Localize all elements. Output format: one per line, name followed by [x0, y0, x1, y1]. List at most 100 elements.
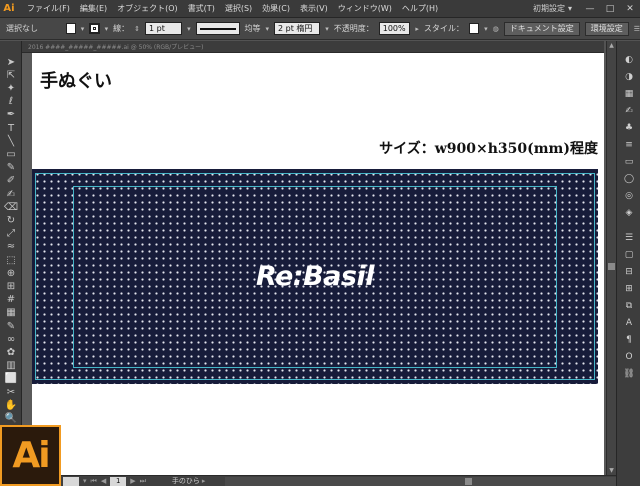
- perspective-grid-tool-icon[interactable]: ⊞: [3, 279, 19, 293]
- artboard[interactable]: 手ぬぐい サイズ：w900×h350(mm)程度 Re:Basil: [32, 53, 604, 475]
- horizontal-scrollbar[interactable]: [225, 476, 616, 486]
- horizontal-scroll-thumb[interactable]: [465, 477, 473, 485]
- gradient-icon[interactable]: ▭: [621, 155, 637, 169]
- stroke-weight-field[interactable]: 1 pt: [145, 22, 183, 35]
- brushes-icon[interactable]: ✍: [621, 104, 637, 118]
- appearance-icon[interactable]: ◎: [621, 189, 637, 203]
- chevron-down-icon[interactable]: ▾: [484, 25, 488, 33]
- menu-effect[interactable]: 効果(C): [257, 3, 295, 14]
- artboards-icon[interactable]: ▢: [621, 248, 637, 262]
- hand-tool-icon[interactable]: ✋: [3, 398, 19, 412]
- paintbrush-tool-icon[interactable]: ✎: [3, 161, 19, 175]
- type-tool-icon[interactable]: T: [3, 121, 19, 135]
- chevron-down-icon[interactable]: ▾: [105, 25, 109, 33]
- transparency-icon[interactable]: ◯: [621, 172, 637, 186]
- panel-menu-icon[interactable]: ☰: [634, 25, 640, 33]
- opacity-field[interactable]: 100%: [378, 22, 411, 35]
- chevron-down-icon[interactable]: ▾: [83, 477, 87, 485]
- free-transform-tool-icon[interactable]: ⬚: [3, 253, 19, 267]
- eraser-tool-icon[interactable]: ⌫: [3, 200, 19, 214]
- symbols-icon[interactable]: ♣: [621, 121, 637, 135]
- shape-builder-tool-icon[interactable]: ⊕: [3, 266, 19, 280]
- transform-icon[interactable]: ⊞: [621, 282, 637, 296]
- column-graph-tool-icon[interactable]: ▥: [3, 359, 19, 373]
- lasso-tool-icon[interactable]: ℓ: [3, 95, 19, 109]
- stroke-swatch[interactable]: [89, 23, 100, 34]
- gradient-tool-icon[interactable]: ▦: [3, 306, 19, 320]
- scroll-up-icon[interactable]: ▲: [607, 41, 616, 50]
- eyedropper-tool-icon[interactable]: ✎: [3, 319, 19, 333]
- brush-definition-field[interactable]: 2 pt 楕円: [274, 22, 321, 35]
- chevron-right-icon[interactable]: ▸: [415, 25, 419, 33]
- symbol-sprayer-tool-icon[interactable]: ✿: [3, 345, 19, 359]
- pen-tool-icon[interactable]: ✒: [3, 108, 19, 122]
- workspace-switcher[interactable]: 初期設定 ▾: [533, 3, 572, 14]
- first-artboard-icon[interactable]: ⏮: [91, 477, 97, 486]
- zoom-field[interactable]: [63, 476, 79, 486]
- scroll-down-icon[interactable]: ▼: [607, 466, 616, 475]
- previous-artboard-icon[interactable]: ◀: [101, 477, 106, 485]
- menu-edit[interactable]: 編集(E): [75, 3, 112, 14]
- chevron-down-icon[interactable]: ▾: [325, 25, 329, 33]
- chevron-down-icon[interactable]: ▾: [266, 25, 270, 33]
- swatches-icon[interactable]: ▦: [621, 87, 637, 101]
- blend-tool-icon[interactable]: ∞: [3, 332, 19, 346]
- stroke-icon[interactable]: ≡: [621, 138, 637, 152]
- scale-tool-icon[interactable]: ⤢: [3, 227, 19, 241]
- vertical-scrollbar[interactable]: ▲ ▼: [606, 41, 616, 475]
- document-tab[interactable]: 2016 ####_#####_#####.ai @ 50% (RGB/プレビュ…: [22, 41, 604, 53]
- selection-status: 選択なし: [6, 24, 38, 33]
- character-icon[interactable]: A: [621, 316, 637, 330]
- width-tool-icon[interactable]: ≈: [3, 240, 19, 254]
- graphic-style-swatch[interactable]: [468, 23, 480, 34]
- chevron-down-icon[interactable]: ▾: [81, 25, 85, 33]
- fill-swatch[interactable]: [65, 23, 76, 34]
- rotate-tool-icon[interactable]: ↻: [3, 213, 19, 227]
- menu-help[interactable]: ヘルプ(H): [397, 3, 443, 14]
- menu-file[interactable]: ファイル(F): [22, 3, 75, 14]
- pencil-tool-icon[interactable]: ✐: [3, 174, 19, 188]
- direct-selection-tool-icon[interactable]: ⇱: [3, 68, 19, 82]
- layers-icon[interactable]: ☰: [621, 231, 637, 245]
- links-icon[interactable]: ⛓: [621, 367, 637, 381]
- menu-view[interactable]: 表示(V): [295, 3, 333, 14]
- artboard-number-field[interactable]: 1: [110, 476, 127, 486]
- recolor-artwork-icon[interactable]: ◍: [493, 25, 499, 33]
- last-artboard-icon[interactable]: ⏭: [140, 477, 146, 486]
- color-icon[interactable]: ◐: [621, 53, 637, 67]
- chevron-down-icon[interactable]: ▾: [187, 25, 191, 33]
- maximize-button[interactable]: □: [600, 0, 620, 18]
- chevron-right-icon[interactable]: ▸: [202, 477, 206, 485]
- next-artboard-icon[interactable]: ▶: [130, 477, 135, 485]
- menu-window[interactable]: ウィンドウ(W): [333, 3, 397, 14]
- canvas[interactable]: 手ぬぐい サイズ：w900×h350(mm)程度 Re:Basil: [22, 53, 606, 475]
- magic-wand-tool-icon[interactable]: ✦: [3, 81, 19, 95]
- pathfinder-icon[interactable]: ⧉: [621, 299, 637, 313]
- zoom-tool-icon[interactable]: 🔍: [3, 411, 19, 425]
- vertical-scroll-thumb[interactable]: [608, 263, 615, 270]
- paragraph-icon[interactable]: ¶: [621, 333, 637, 347]
- document-setup-button[interactable]: ドキュメント設定: [503, 21, 580, 36]
- slice-tool-icon[interactable]: ✂: [3, 385, 19, 399]
- stroke-label[interactable]: 線：: [113, 23, 129, 34]
- menu-type[interactable]: 書式(T): [183, 3, 220, 14]
- mesh-tool-icon[interactable]: #: [3, 293, 19, 307]
- minimize-button[interactable]: —: [580, 0, 600, 18]
- close-button[interactable]: ✕: [620, 0, 640, 18]
- preferences-button[interactable]: 環境設定: [584, 21, 629, 36]
- artboard-tool-icon[interactable]: ⬜: [3, 372, 19, 386]
- variable-width-profile[interactable]: [195, 22, 240, 35]
- color-guide-icon[interactable]: ◑: [621, 70, 637, 84]
- rectangle-tool-icon[interactable]: ▭: [3, 147, 19, 161]
- menu-select[interactable]: 選択(S): [220, 3, 257, 14]
- menu-object[interactable]: オブジェクト(O): [112, 3, 183, 14]
- opentype-icon[interactable]: O: [621, 350, 637, 364]
- align-icon[interactable]: ⊟: [621, 265, 637, 279]
- blob-brush-tool-icon[interactable]: ✍: [3, 187, 19, 201]
- tenugui-design[interactable]: Re:Basil: [32, 169, 598, 384]
- line-tool-icon[interactable]: ╲: [3, 134, 19, 148]
- stepper-icon[interactable]: ⇕: [134, 25, 140, 33]
- opacity-label[interactable]: 不透明度：: [334, 23, 374, 34]
- graphic-styles-icon[interactable]: ◈: [621, 206, 637, 220]
- selection-tool-icon[interactable]: ➤: [3, 55, 19, 69]
